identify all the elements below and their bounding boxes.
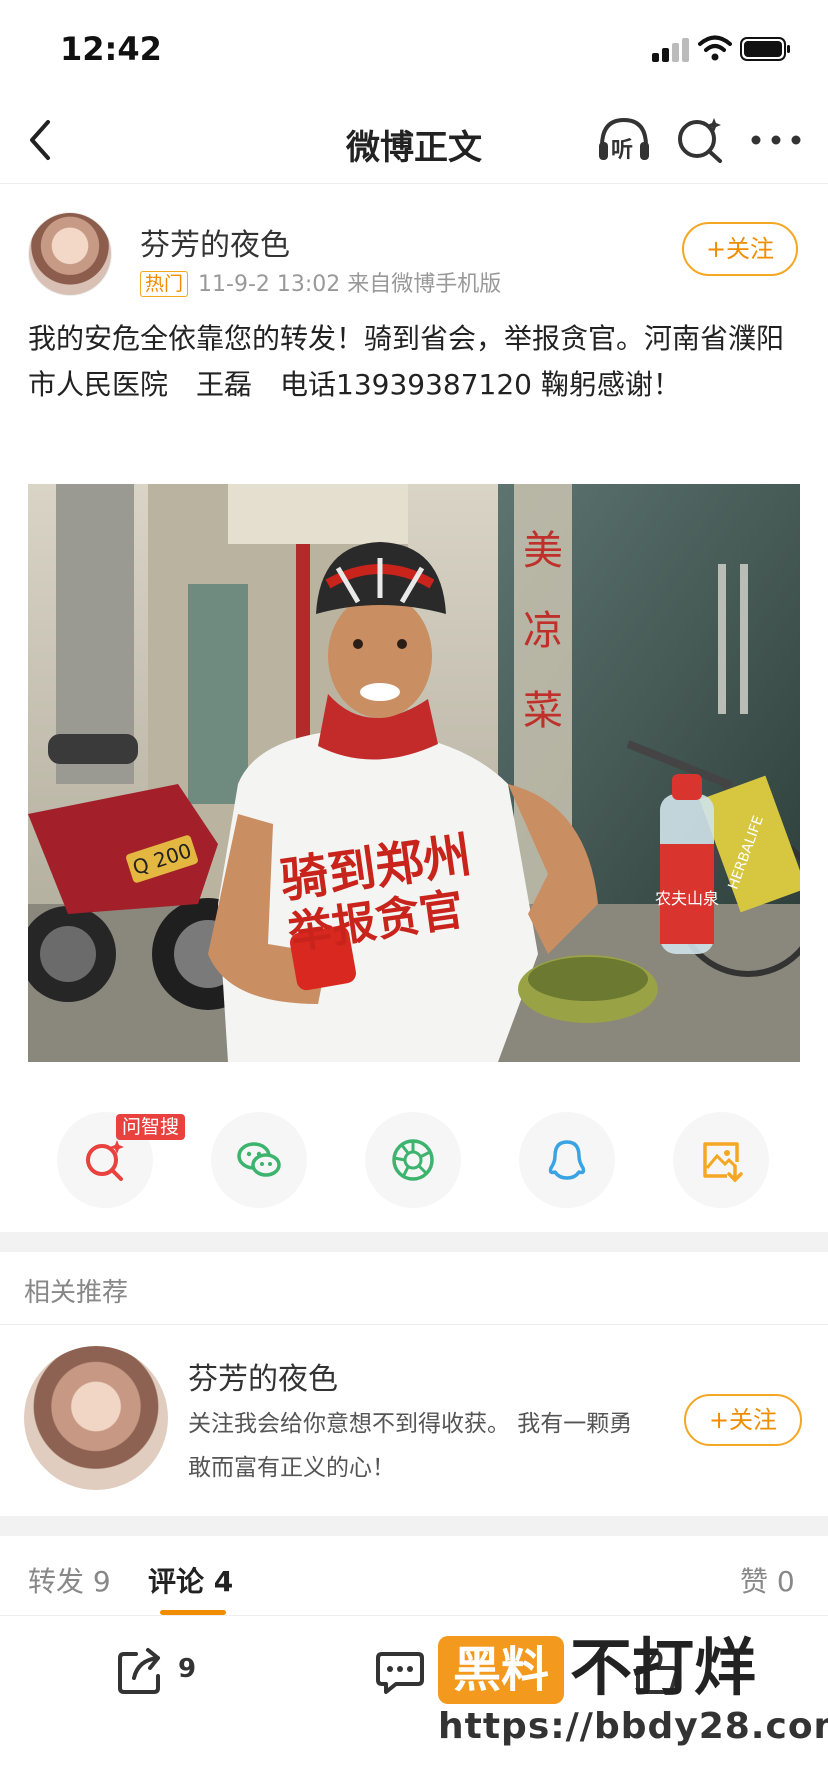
watermark-text: 不打烊 [570, 1631, 757, 1704]
status-bar: 12:42 [0, 0, 828, 96]
tab-active-indicator [160, 1610, 226, 1615]
tab-like[interactable]: 赞 0 [740, 1560, 795, 1600]
watermark-logo: 黑料 [438, 1636, 564, 1704]
repost-count: 9 [178, 1654, 197, 1684]
follow-button[interactable]: +关注 [682, 222, 798, 276]
recommend-avatar[interactable] [24, 1346, 168, 1490]
tab-like-count: 0 [776, 1565, 795, 1598]
more-icon[interactable] [748, 118, 804, 162]
repost-icon[interactable] [114, 1646, 166, 1698]
listen-button[interactable]: 听 [596, 114, 652, 166]
save-image-icon [703, 1142, 743, 1183]
recommend-name[interactable]: 芬芳的夜色 [188, 1354, 338, 1398]
moments-share-button[interactable] [365, 1112, 461, 1208]
author-avatar[interactable] [28, 212, 112, 296]
comment-icon[interactable] [374, 1646, 426, 1698]
status-time: 12:42 [60, 30, 162, 68]
tab-repost[interactable]: 转发 9 [28, 1560, 111, 1600]
tab-like-label: 赞 [740, 1565, 769, 1598]
ask-badge: 问智搜 [116, 1114, 186, 1140]
sign-char-1: 美 [523, 528, 563, 574]
section-divider [0, 1232, 828, 1252]
wechat-icon [237, 1142, 281, 1177]
moments-icon [392, 1139, 434, 1181]
qq-share-button[interactable] [519, 1112, 615, 1208]
bottle-label: 农夫山泉 [655, 889, 719, 908]
weibo-post-page: 12:42 微博正文 听 芬芳的夜色 热门 11-9-2 13:02 来自微博手… [0, 0, 828, 1792]
battery-icon [740, 37, 790, 61]
wifi-icon [698, 35, 732, 61]
recommend-description: 关注我会给你意想不到得收获。 我有一颗勇敢而富有正义的心！ [188, 1411, 633, 1481]
tab-repost-count: 9 [92, 1565, 111, 1598]
section-divider [0, 1516, 828, 1536]
search-icon[interactable] [674, 114, 726, 166]
sign-char-2: 凉 [523, 608, 563, 654]
watermark-url: https://bbdy28.com [438, 1706, 828, 1747]
cyclist-photo: 美 凉 菜 Q 200 HERBALIFE 农夫山泉 骑到郑州 举报贪官 [28, 484, 800, 1062]
post-time-source: 11-9-2 13:02 来自微博手机版 [198, 272, 502, 297]
recommend-follow-button[interactable]: +关注 [684, 1394, 802, 1446]
nav-bar: 微博正文 听 [0, 96, 828, 184]
ai-search-icon [86, 1140, 124, 1181]
author-name[interactable]: 芬芳的夜色 [140, 220, 290, 264]
post-image[interactable]: 美 凉 菜 Q 200 HERBALIFE 农夫山泉 骑到郑州 举报贪官 [28, 484, 800, 1062]
save-image-button[interactable] [673, 1112, 769, 1208]
post-text: 我的安危全依靠您的转发！骑到省会，举报贪官。河南省濮阳市人民医院 王磊 电话13… [28, 322, 785, 401]
tab-repost-label: 转发 [28, 1565, 85, 1598]
recommend-divider [0, 1324, 828, 1325]
tab-comment-count: 4 [213, 1565, 234, 1598]
hot-badge: 热门 [140, 271, 189, 297]
interaction-tabs: 转发 9 评论 4 赞 0 [0, 1536, 828, 1616]
tab-comment-label: 评论 [148, 1565, 205, 1598]
signal-icon [652, 38, 690, 62]
recommend-header: 相关推荐 [24, 1278, 129, 1308]
wechat-share-button[interactable] [211, 1112, 307, 1208]
listen-label: 听 [611, 138, 634, 163]
sign-char-3: 菜 [523, 688, 563, 734]
post-meta: 热门 11-9-2 13:02 来自微博手机版 [140, 266, 501, 298]
tab-comment[interactable]: 评论 4 [148, 1560, 233, 1600]
qq-icon [548, 1140, 586, 1180]
